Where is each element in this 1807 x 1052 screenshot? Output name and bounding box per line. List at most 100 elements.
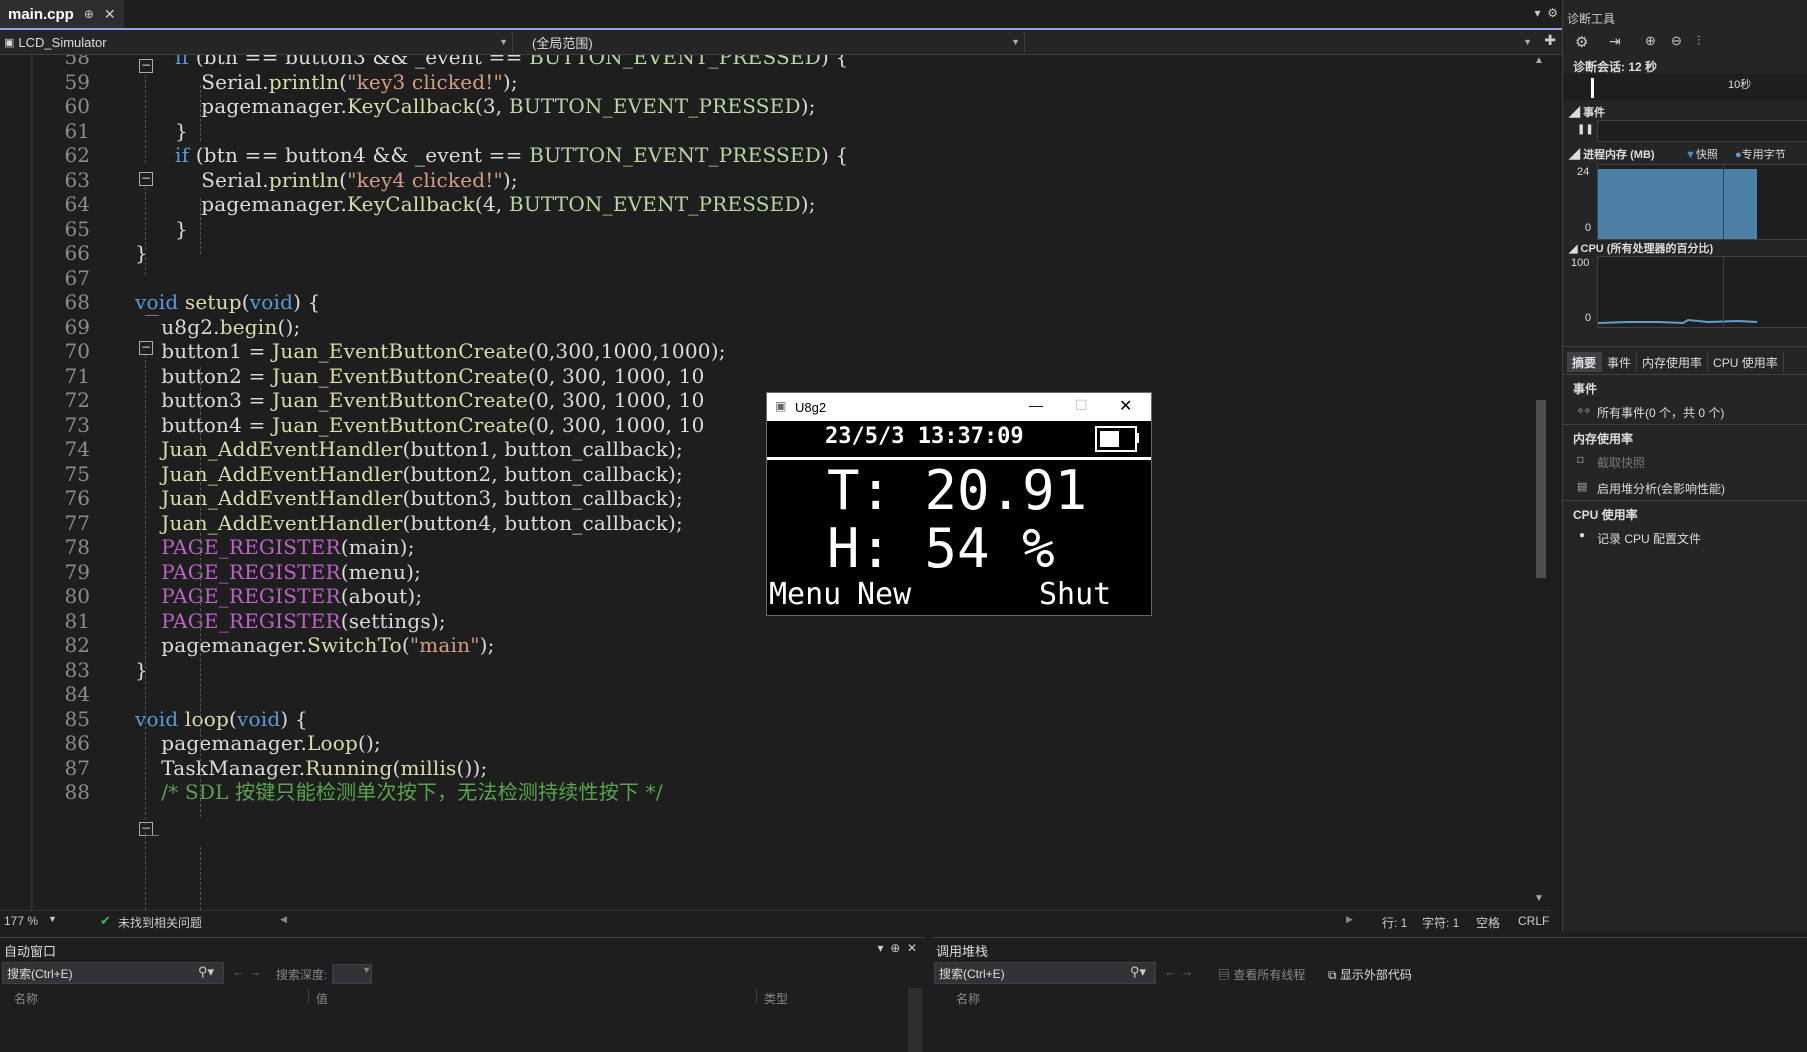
search-icon[interactable]: ⚲▾ (198, 964, 214, 980)
session-duration: 诊断会话: 12 秒 (1573, 60, 1658, 74)
diag-tab-3[interactable]: CPU 使用率 (1708, 352, 1784, 372)
fold-toggle-85[interactable]: − (139, 822, 153, 836)
external-code-button[interactable]: ⧉ 显示外部代码 (1328, 966, 1412, 983)
diag-tab-1[interactable]: 事件 (1602, 352, 1638, 372)
code-line[interactable]: 88 /* SDL 按键只能检测单次按下，无法检测持续性按下 */ (0, 778, 1540, 806)
scroll-down-icon[interactable]: ▼ (1534, 893, 1544, 904)
section-memory: 内存使用率 (1573, 432, 1634, 446)
cpu-header[interactable]: ◢ CPU (所有处理器的百分比) (1569, 240, 1713, 256)
search-depth-select[interactable]: ▼ (332, 964, 372, 984)
memory-chart[interactable] (1597, 164, 1807, 240)
events-track[interactable] (1597, 120, 1807, 142)
minimize-icon[interactable]: — (1029, 397, 1043, 413)
scope-dropdown[interactable]: (全局范围) ▼ (516, 32, 1025, 52)
code-text[interactable]: /* SDL 按键只能检测单次按下，无法检测持续性按下 */ (135, 778, 663, 806)
cpu-line (1598, 318, 1758, 325)
record-cpu-button[interactable]: 记录 CPU 配置文件 (1597, 530, 1701, 547)
reset-view-icon[interactable]: ⫶ (1697, 33, 1700, 49)
tab-overflow-controls[interactable]: ▾ ⚙ (1535, 6, 1558, 20)
fold-toggle-62[interactable]: − (139, 172, 153, 186)
char-indicator[interactable]: 字符: 1 (1422, 914, 1459, 931)
heap-analysis-toggle[interactable]: 启用堆分析(会影响性能) (1597, 480, 1725, 497)
col-name[interactable]: 名称 (956, 990, 980, 1007)
autos-title: 自动窗口 (4, 944, 57, 959)
private-bytes-icon: ● (1735, 149, 1742, 161)
whitespace-indicator[interactable]: 空格 (1476, 914, 1500, 931)
col-divider[interactable] (756, 988, 757, 1004)
diag-tab-0[interactable]: 摘要 (1567, 352, 1603, 372)
maximize-icon[interactable]: ☐ (1075, 397, 1088, 414)
cpu-axis-max: 100 (1571, 257, 1590, 269)
threads-icon: ▤ (1218, 968, 1234, 982)
cpu-chart[interactable] (1597, 256, 1807, 328)
editor-tab-bar: main.cpp ⊕ ✕ ▾ ⚙ (0, 0, 1562, 30)
timeline-ruler[interactable] (1563, 74, 1807, 100)
zoom-out-icon[interactable]: ⊖ (1671, 33, 1682, 49)
line-number: 88 (64, 780, 90, 804)
take-snapshot-button[interactable]: 截取快照 (1597, 454, 1645, 471)
divider (1563, 374, 1807, 375)
fold-toggle-58[interactable]: − (139, 59, 153, 73)
u8g2-title-bar[interactable]: ▣ U8g2 — ☐ ✕ (767, 393, 1151, 421)
diag-title: 诊断工具 (1567, 12, 1616, 26)
fold-guide (145, 836, 146, 910)
project-dropdown[interactable]: ▣ LCD_Simulator ▼ (4, 32, 513, 52)
fold-toggle-68[interactable]: − (139, 341, 153, 355)
member-dropdown[interactable]: ▼ (1028, 32, 1536, 52)
callstack-search-input[interactable]: 搜索(Ctrl+E) (934, 962, 1156, 984)
autos-pane: 自动窗口 ▾ ⊕ ✕ 搜索(Ctrl+E) ⚲▾ ← → 搜索深度: ▼ 名称 … (0, 937, 925, 1052)
pause-icon[interactable]: ❚❚ (1577, 124, 1594, 135)
events-header[interactable]: ◢ 事件 (1569, 104, 1605, 120)
scroll-up-icon[interactable]: ▲ (1534, 55, 1544, 66)
dropdown-icon[interactable]: ▾ (1535, 6, 1541, 20)
zoom-in-icon[interactable]: ⊕ (1645, 33, 1656, 49)
tab-main-cpp[interactable]: main.cpp ⊕ ✕ (0, 0, 124, 28)
close-icon[interactable]: ✕ (104, 6, 116, 23)
section-events: 事件 (1573, 382, 1598, 396)
line-indicator[interactable]: 行: 1 (1382, 914, 1407, 931)
fold-end-mark (145, 835, 159, 837)
autos-scrollbar[interactable] (908, 988, 922, 1052)
settings-gear-icon[interactable]: ⚙ (1575, 33, 1588, 51)
search-icon[interactable]: ⚲▾ (1130, 964, 1146, 980)
diag-tabs: 摘要 事件 内存使用率 CPU 使用率 (1567, 352, 1784, 372)
issues-status[interactable]: 未找到相关问题 (118, 914, 202, 931)
nav-arrows-icon[interactable]: ← → (232, 964, 262, 979)
lcd-menu-label: Menu (769, 577, 842, 612)
pane-controls[interactable]: ▾ ⊕ ✕ (878, 941, 917, 955)
project-icon: ▣ (4, 36, 15, 49)
chevron-down-icon: ▼ (1011, 37, 1020, 47)
memory-header[interactable]: ◢ 进程内存 (MB) (1569, 146, 1655, 162)
legend-snapshot: ▼快照 (1685, 146, 1718, 162)
export-icon[interactable]: ⇥ (1609, 33, 1621, 50)
pin-icon[interactable]: ⊕ (84, 7, 94, 21)
timeline-cursor[interactable] (1591, 78, 1594, 98)
navigation-bar: ▣ LCD_Simulator ▼ (全局范围) ▼ ▼ ✚ (0, 30, 1562, 55)
battery-level (1100, 431, 1119, 447)
scroll-left-icon[interactable]: ◀ (280, 914, 287, 925)
scroll-right-icon[interactable]: ▶ (1346, 914, 1353, 925)
indent-guide (200, 847, 201, 910)
project-label: LCD_Simulator (18, 34, 107, 50)
zoom-level[interactable]: 177 % (4, 914, 38, 928)
eol-indicator[interactable]: CRLF (1518, 914, 1549, 928)
diag-tab-2[interactable]: 内存使用率 (1637, 352, 1709, 372)
memory-header-label: 进程内存 (MB) (1583, 149, 1655, 161)
nav-arrows-icon[interactable]: ← → (1164, 964, 1194, 979)
u8g2-window[interactable]: ▣ U8g2 — ☐ ✕ 23/5/3 13:37:09 T: 20.91 H:… (766, 392, 1152, 616)
editor-status-strip: 177 % ▼ ✔ 未找到相关问题 ◀ ▶ 行: 1 字符: 1 空格 CRLF (0, 910, 1550, 933)
scrollbar-thumb[interactable] (1536, 400, 1546, 578)
col-value[interactable]: 值 (316, 990, 328, 1007)
window-close-icon[interactable]: ✕ (1119, 396, 1132, 416)
autos-search-input[interactable]: 搜索(Ctrl+E) (2, 962, 224, 984)
zoom-dropdown-icon[interactable]: ▼ (48, 914, 57, 924)
cpu-header-label: CPU (所有处理器的百分比) (1580, 243, 1714, 255)
col-type[interactable]: 类型 (764, 990, 788, 1007)
lcd-display: 23/5/3 13:37:09 T: 20.91 H: 54 % Menu Ne… (767, 421, 1151, 615)
all-events-link[interactable]: 所有事件(0 个，共 0 个) (1597, 404, 1724, 421)
col-divider[interactable] (308, 988, 309, 1004)
split-add-icon[interactable]: ✚ (1544, 32, 1556, 49)
col-name[interactable]: 名称 (14, 990, 38, 1007)
gear-icon[interactable]: ⚙ (1547, 6, 1558, 20)
all-threads-button[interactable]: ▤ 查看所有线程 (1218, 966, 1305, 983)
